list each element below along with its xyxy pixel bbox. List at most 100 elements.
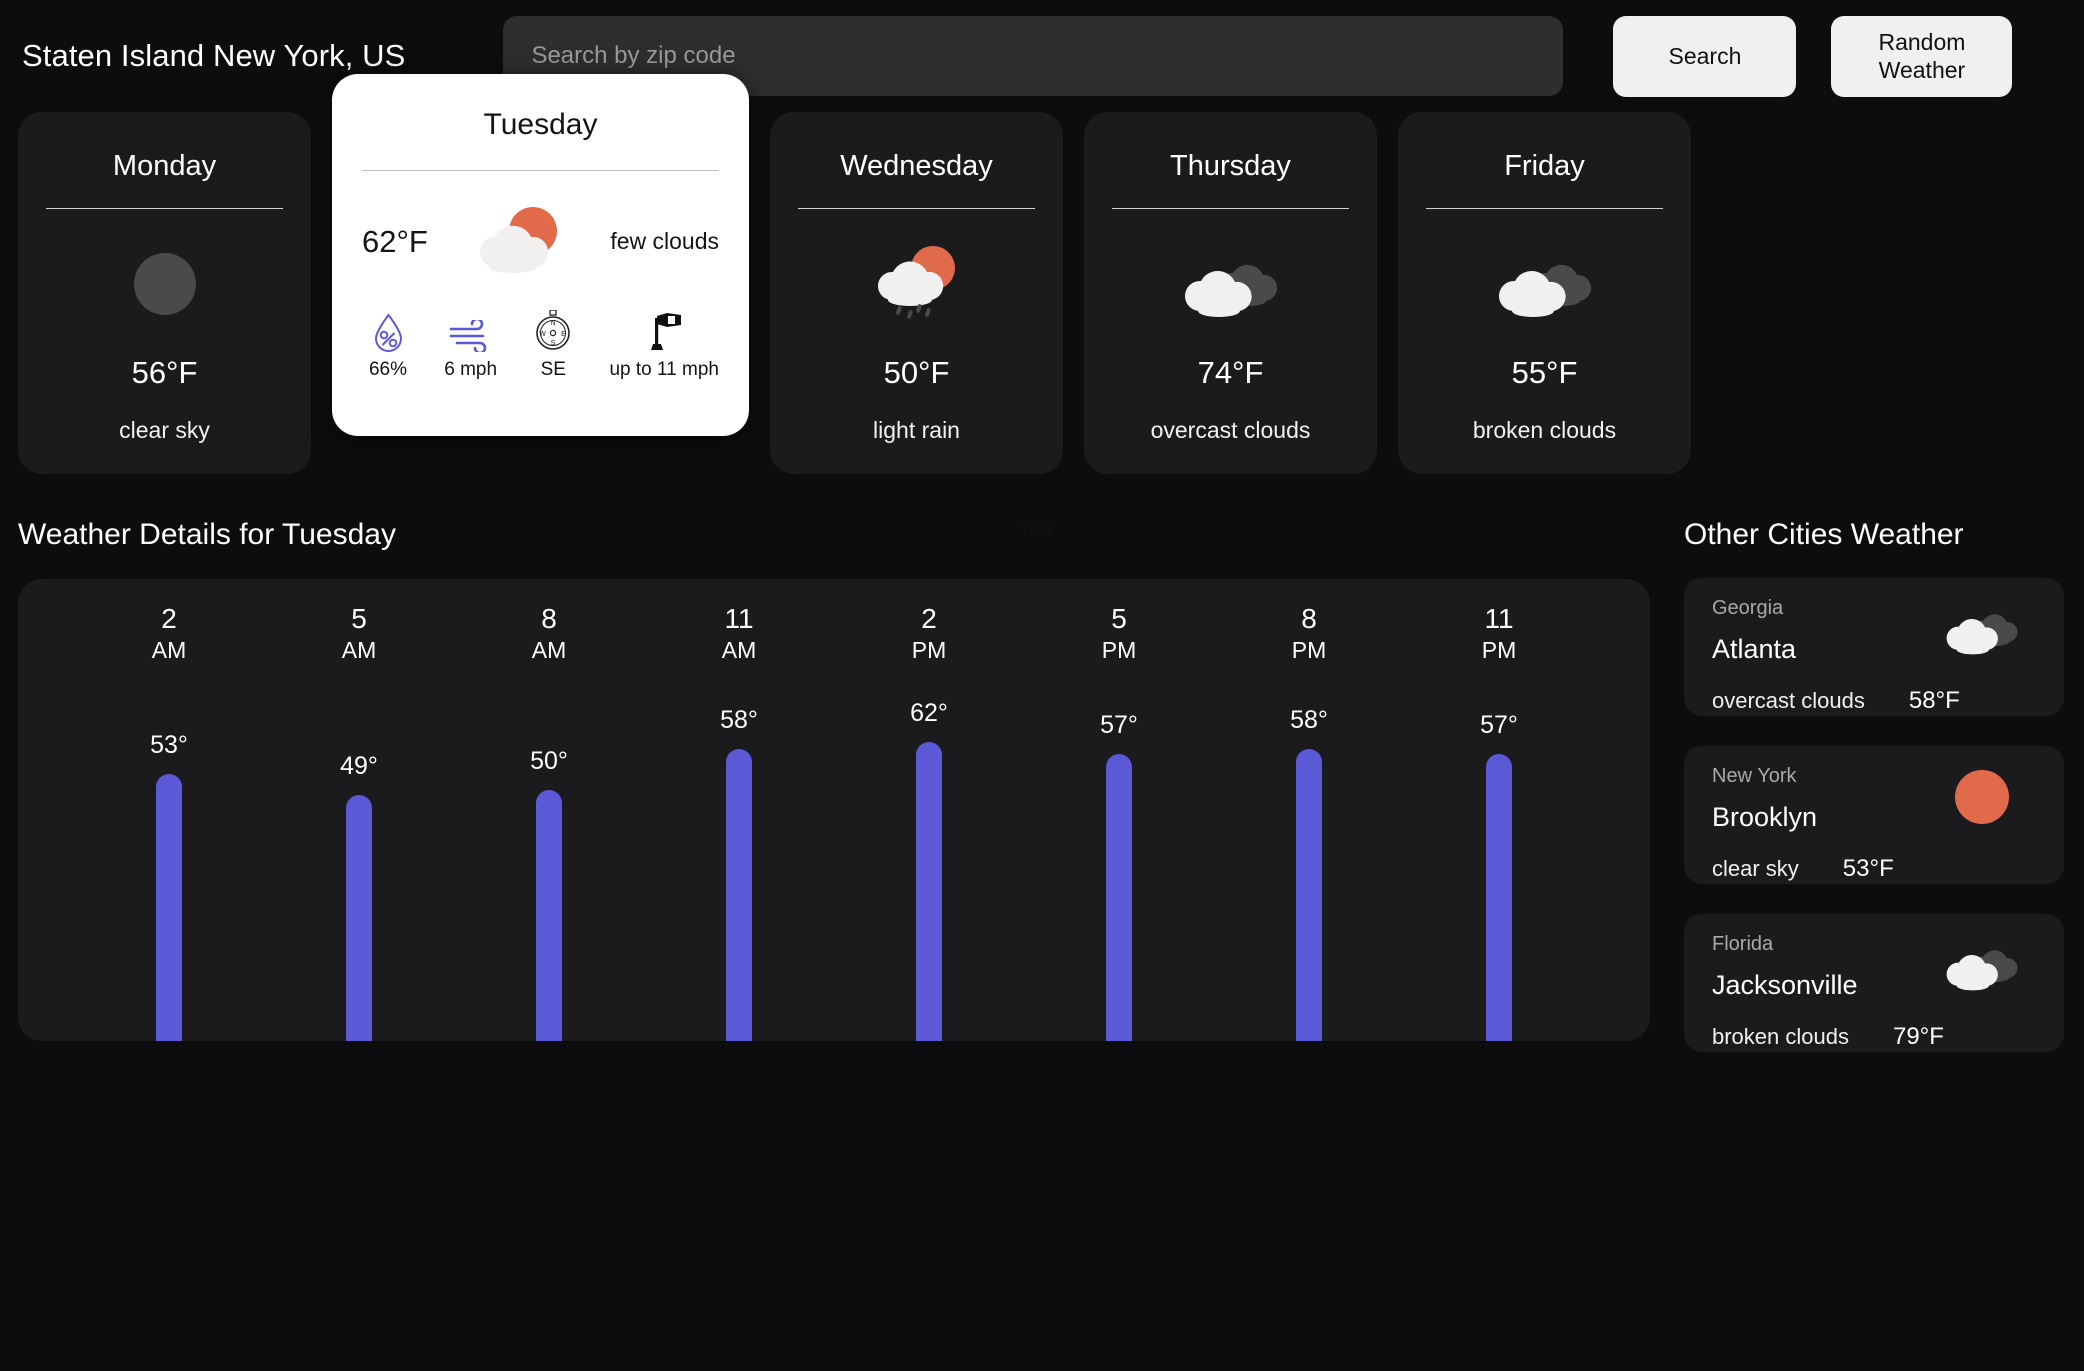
sun-behind-rain-cloud-icon: [869, 231, 965, 337]
hourly-temperature-chart: 2 AM 5 AM 8 AM 11 AM 2 PM 5 PM 8 PM 11 PM 53° 49° 50° 58° 6…: [18, 579, 1650, 1041]
stat-label: SE: [540, 359, 566, 380]
active-card-main-row: 62°F few clouds: [362, 205, 719, 278]
forecast-card-monday[interactable]: Monday 56°F clear sky: [18, 112, 311, 474]
hour-label: 2 PM: [834, 603, 1024, 665]
hour-number: 2: [921, 603, 937, 634]
hour-label: 5 AM: [264, 603, 454, 665]
day-temperature: 56°F: [131, 355, 198, 390]
day-temperature: 62°F: [362, 223, 428, 259]
day-temperature: 50°F: [883, 355, 950, 390]
day-description: overcast clouds: [1150, 417, 1311, 443]
day-description: clear sky: [119, 417, 210, 443]
bar-value-label: 62°: [910, 699, 948, 727]
bar-column[interactable]: 49°: [264, 699, 454, 1041]
hour-number: 8: [1301, 603, 1317, 634]
forecast-card-thursday[interactable]: Thursday 74°F overcast clouds: [1084, 112, 1377, 474]
bar-column[interactable]: 50°: [454, 699, 644, 1041]
day-description: few clouds: [610, 228, 719, 254]
temperature-bar[interactable]: [156, 774, 182, 1041]
city-card-atlanta[interactable]: Georgia Atlanta overcast clouds 58°F: [1684, 578, 2064, 716]
random-weather-button[interactable]: Random Weather: [1831, 15, 2013, 97]
bar-column[interactable]: 57°: [1404, 699, 1594, 1041]
forecast-card-tuesday-active[interactable]: Tuesday 62°F few clouds 66% 6 mph N S W …: [332, 74, 749, 436]
forecast-row: Monday 56°F clear sky Tuesday 62°F few c…: [0, 74, 2084, 474]
stat-label: up to 11 mph: [609, 359, 719, 380]
wind-icon: [447, 310, 495, 352]
city-temperature: 58°F: [1908, 687, 1960, 714]
city-temperature: 53°F: [1842, 855, 1894, 882]
bar-column[interactable]: 58°: [644, 699, 834, 1041]
bar-value-label: 57°: [1100, 711, 1138, 740]
hour-number: 11: [1484, 603, 1514, 634]
bar-column[interactable]: 58°: [1214, 699, 1404, 1041]
weather-details-panel: Weather Details for Tuesday Text 2 AM 5 AM 8…: [18, 518, 1650, 1041]
compass-icon: N S W E: [534, 310, 572, 352]
hour-meridiem: PM: [1291, 637, 1327, 664]
stat-wind-speed: 6 mph: [444, 310, 497, 381]
day-name: Tuesday: [483, 108, 598, 141]
app-header: Staten Island New York, US Search Random…: [0, 0, 2084, 112]
stat-wind-direction: N S W E SE: [527, 310, 579, 381]
city-card-jacksonville[interactable]: Florida Jacksonville broken clouds 79°F: [1684, 914, 2064, 1052]
divider: [798, 208, 1035, 209]
temperature-bar[interactable]: [536, 789, 562, 1041]
hour-meridiem: AM: [341, 637, 377, 664]
hour-label: 8 AM: [454, 603, 644, 665]
sun-behind-cloud-icon: [473, 205, 565, 278]
day-description: broken clouds: [1472, 417, 1617, 443]
day-description: light rain: [873, 417, 960, 443]
forecast-card-friday[interactable]: Friday 55°F broken clouds: [1398, 112, 1691, 474]
city-card-brooklyn[interactable]: New York Brooklyn clear sky 53°F: [1684, 746, 2064, 884]
divider: [46, 208, 283, 209]
bar-column[interactable]: 53°: [74, 699, 264, 1041]
overcast-clouds-icon: [1942, 600, 2022, 658]
active-card-stats: 66% 6 mph N S W E SE up to 11 mph: [362, 310, 719, 381]
city-description: broken clouds: [1712, 1024, 1849, 1049]
stray-text-label: Text: [1020, 520, 1054, 540]
hour-meridiem: PM: [1101, 637, 1137, 664]
hour-number: 2: [161, 603, 177, 634]
temperature-bar[interactable]: [916, 742, 942, 1041]
search-button[interactable]: Search: [1613, 15, 1797, 97]
city-summary-row: broken clouds 79°F: [1712, 1023, 2036, 1051]
hour-axis-labels: 2 AM 5 AM 8 AM 11 AM 2 PM 5 PM 8 PM 11 PM: [18, 579, 1650, 665]
windsock-icon: [643, 310, 685, 352]
day-name: Friday: [1504, 150, 1585, 182]
other-cities-title: Other Cities Weather: [1684, 518, 1964, 551]
humidity-droplet-icon: [372, 310, 405, 352]
svg-text:E: E: [561, 331, 566, 338]
temperature-bar[interactable]: [1106, 754, 1132, 1041]
svg-text:S: S: [551, 340, 556, 347]
sun-icon: [1942, 768, 2022, 826]
weather-details-title: Weather Details for Tuesday: [18, 518, 396, 551]
city-description: overcast clouds: [1712, 688, 1865, 713]
hour-number: 8: [541, 603, 557, 634]
bar-column[interactable]: 57°: [1024, 699, 1214, 1041]
temperature-bar[interactable]: [1296, 749, 1322, 1041]
bar-column[interactable]: 62°: [834, 699, 1024, 1041]
hour-label: 5 PM: [1024, 603, 1214, 665]
day-temperature: 55°F: [1511, 355, 1578, 390]
bar-value-label: 58°: [1290, 706, 1328, 735]
bar-value-label: 49°: [340, 751, 378, 780]
hourly-bars: 53° 49° 50° 58° 62° 57° 58° 57°: [74, 699, 1594, 1041]
hour-number: 5: [1111, 603, 1127, 634]
hour-meridiem: PM: [911, 637, 947, 664]
temperature-bar[interactable]: [726, 749, 752, 1041]
stat-label: 6 mph: [444, 359, 498, 380]
temperature-bar[interactable]: [346, 794, 372, 1041]
bar-value-label: 58°: [720, 706, 758, 735]
divider: [362, 170, 719, 171]
city-summary-row: overcast clouds 58°F: [1712, 687, 2036, 715]
divider: [1426, 208, 1663, 209]
day-temperature: 74°F: [1197, 355, 1264, 390]
stat-label: 66%: [368, 359, 408, 380]
other-cities-panel: Other Cities Weather Georgia Atlanta ove…: [1684, 518, 2064, 1082]
forecast-card-wednesday[interactable]: Wednesday 50°F light rain: [770, 112, 1063, 474]
city-description: clear sky: [1712, 856, 1799, 881]
temperature-bar[interactable]: [1486, 754, 1512, 1041]
hour-label: 8 PM: [1214, 603, 1404, 665]
page-title: Staten Island New York, US: [22, 38, 406, 73]
hour-number: 5: [351, 603, 367, 634]
day-name: Thursday: [1170, 150, 1291, 182]
